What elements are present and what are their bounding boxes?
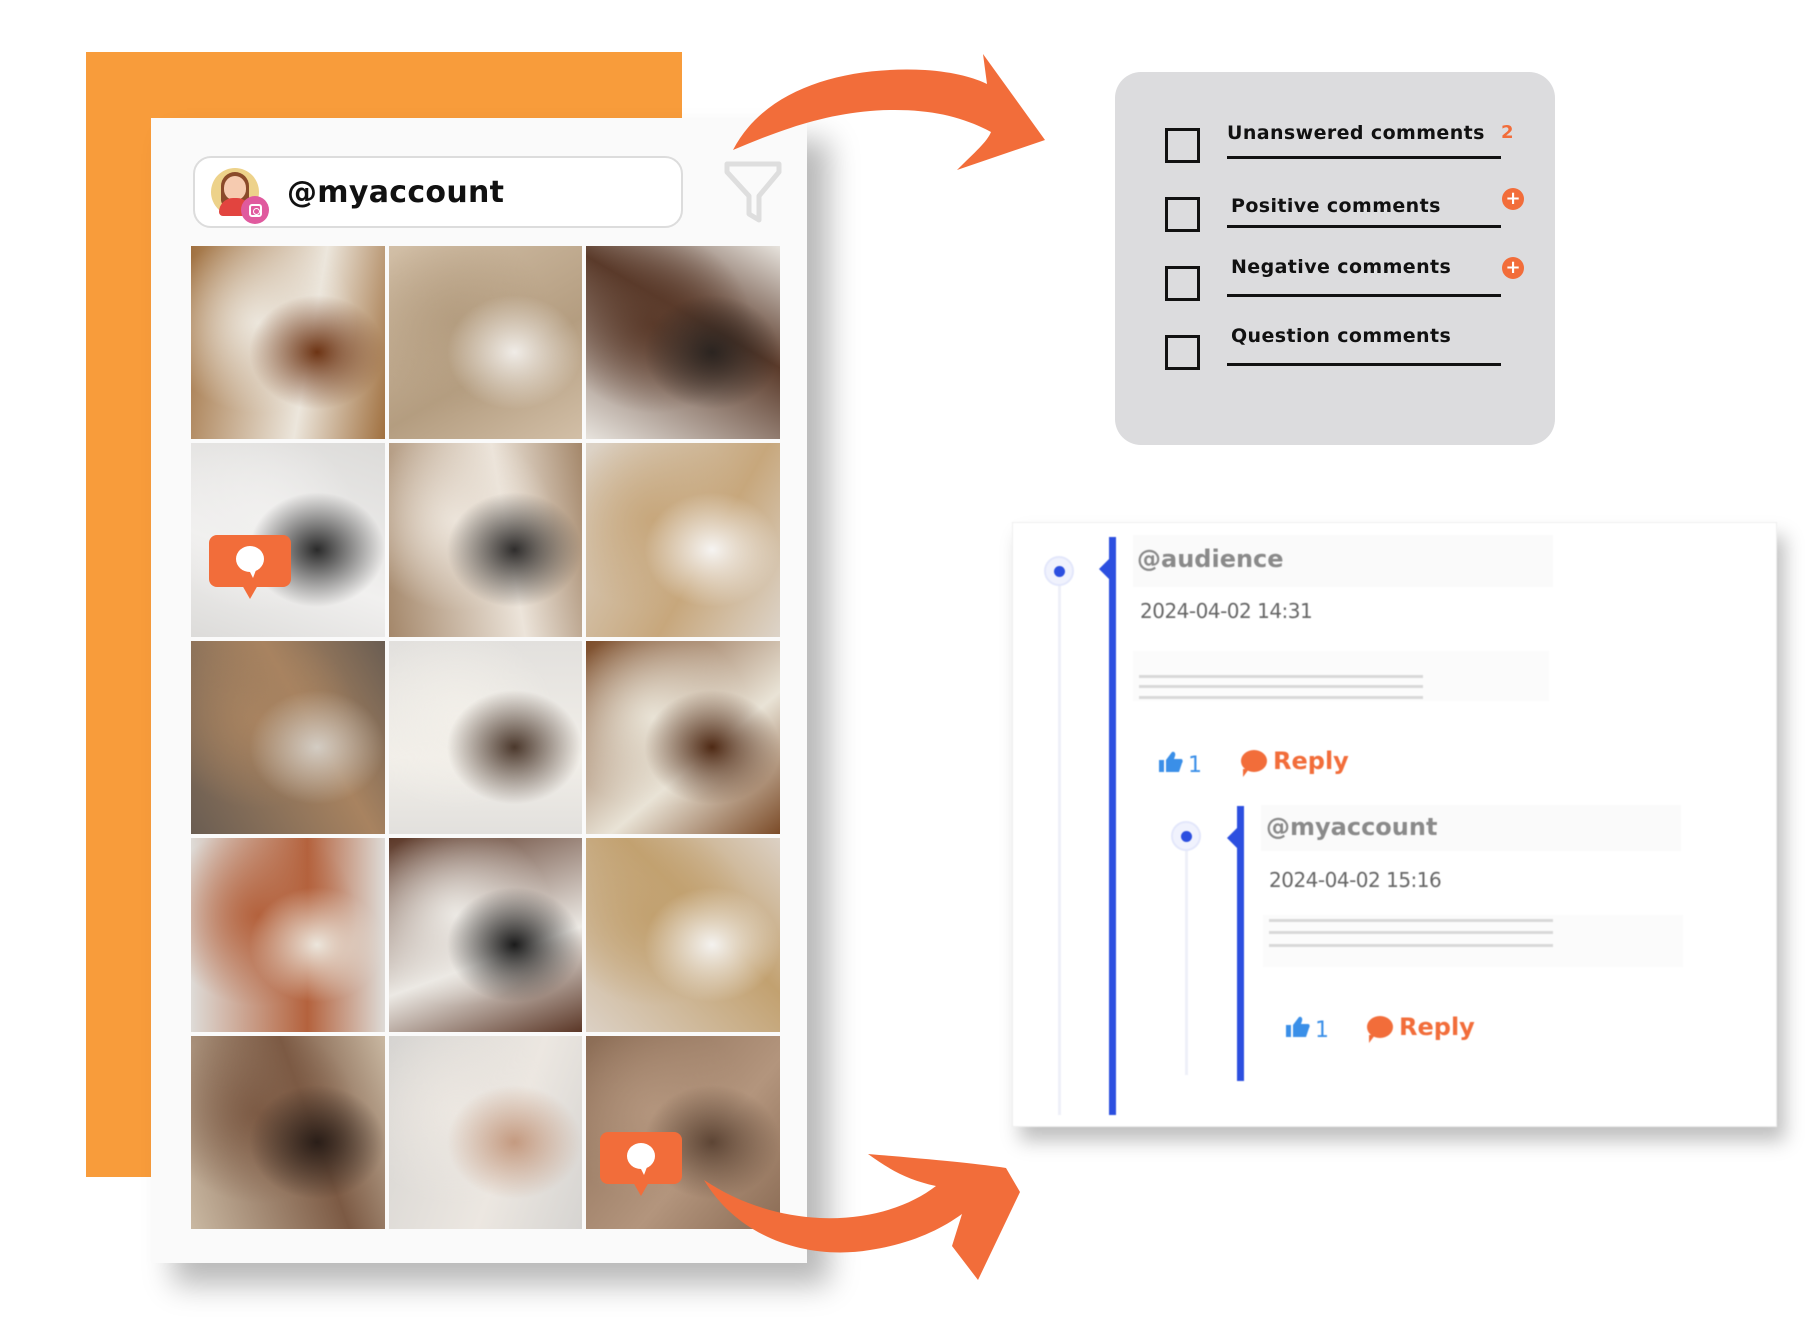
photo-tile[interactable]	[586, 838, 780, 1032]
status-dot-icon	[1171, 821, 1201, 851]
reply-timestamp: 2024-04-02 15:16	[1269, 868, 1442, 892]
instagram-feed-panel: @myaccount	[151, 118, 807, 1263]
filter-label: Negative comments	[1231, 256, 1452, 278]
thumbs-up-icon	[1285, 1015, 1311, 1045]
plus-circle-icon[interactable]: +	[1502, 257, 1524, 279]
checkbox-question[interactable]	[1165, 335, 1200, 370]
divider	[1227, 225, 1501, 228]
filter-positive[interactable]: Positive comments +	[1165, 188, 1525, 251]
arrow-to-filters-icon	[733, 54, 1045, 170]
thread-bar	[1099, 537, 1116, 1115]
filter-question[interactable]: Question comments	[1165, 325, 1525, 389]
photo-tile[interactable]	[388, 246, 583, 440]
photo-grid	[191, 246, 780, 1229]
photo-tile[interactable]	[388, 640, 583, 835]
thread-connector	[1058, 585, 1061, 1115]
reply-button[interactable]: Reply	[1367, 1013, 1475, 1043]
photo-tile[interactable]	[191, 838, 385, 1032]
filter-unanswered[interactable]: Unanswered comments 2	[1165, 122, 1525, 182]
reply-author[interactable]: @myaccount	[1266, 813, 1437, 841]
like-button[interactable]: 1	[1285, 1015, 1329, 1045]
thread-connector	[1185, 849, 1188, 1075]
speech-bubble-icon	[1367, 1016, 1393, 1043]
checkbox-unanswered[interactable]	[1165, 128, 1200, 163]
checkbox-negative[interactable]	[1165, 266, 1200, 301]
photo-tile[interactable]	[586, 246, 780, 440]
unanswered-count-badge: 2	[1501, 122, 1514, 143]
photo-tile[interactable]	[388, 1035, 583, 1229]
divider	[1227, 294, 1501, 297]
like-count: 1	[1188, 752, 1202, 778]
photo-tile[interactable]	[388, 838, 583, 1032]
status-dot-icon	[1044, 556, 1074, 586]
divider	[1227, 363, 1501, 366]
comment-filter-panel: Unanswered comments 2 Positive comments …	[1115, 72, 1555, 445]
account-handle: @myaccount	[287, 174, 505, 210]
filter-label: Question comments	[1231, 325, 1452, 347]
account-selector[interactable]: @myaccount	[193, 156, 683, 228]
reply-body	[1263, 915, 1683, 967]
photo-tile[interactable]	[191, 640, 385, 835]
photo-tile[interactable]	[191, 443, 385, 637]
reply-thread-bar	[1227, 806, 1244, 1081]
speech-bubble-icon	[1241, 750, 1267, 777]
comment-thread-card: @audience 2024-04-02 14:31 1 Reply @myac…	[1012, 522, 1777, 1127]
photo-tile[interactable]	[586, 443, 780, 637]
comment-body	[1133, 651, 1549, 701]
comment-notification-icon[interactable]	[209, 535, 291, 600]
filter-label: Unanswered comments	[1227, 122, 1485, 144]
avatar	[211, 168, 269, 224]
comment-timestamp: 2024-04-02 14:31	[1140, 599, 1313, 623]
like-count: 1	[1315, 1017, 1329, 1043]
filter-label: Positive comments	[1231, 195, 1441, 217]
photo-tile[interactable]	[586, 640, 780, 835]
photo-tile[interactable]	[191, 1035, 385, 1229]
arrow-to-comments-icon	[704, 1154, 1020, 1280]
thumbs-up-icon	[1158, 750, 1184, 780]
reply-button[interactable]: Reply	[1241, 747, 1349, 777]
comment-author[interactable]: @audience	[1137, 545, 1284, 573]
like-button[interactable]: 1	[1158, 750, 1202, 780]
plus-circle-icon[interactable]: +	[1502, 188, 1524, 210]
photo-tile[interactable]	[388, 443, 583, 637]
photo-tile[interactable]	[191, 246, 385, 440]
divider	[1227, 156, 1501, 159]
checkbox-positive[interactable]	[1165, 197, 1200, 232]
comment-notification-icon[interactable]	[600, 1131, 683, 1196]
filter-negative[interactable]: Negative comments +	[1165, 256, 1525, 320]
instagram-icon	[241, 196, 269, 224]
